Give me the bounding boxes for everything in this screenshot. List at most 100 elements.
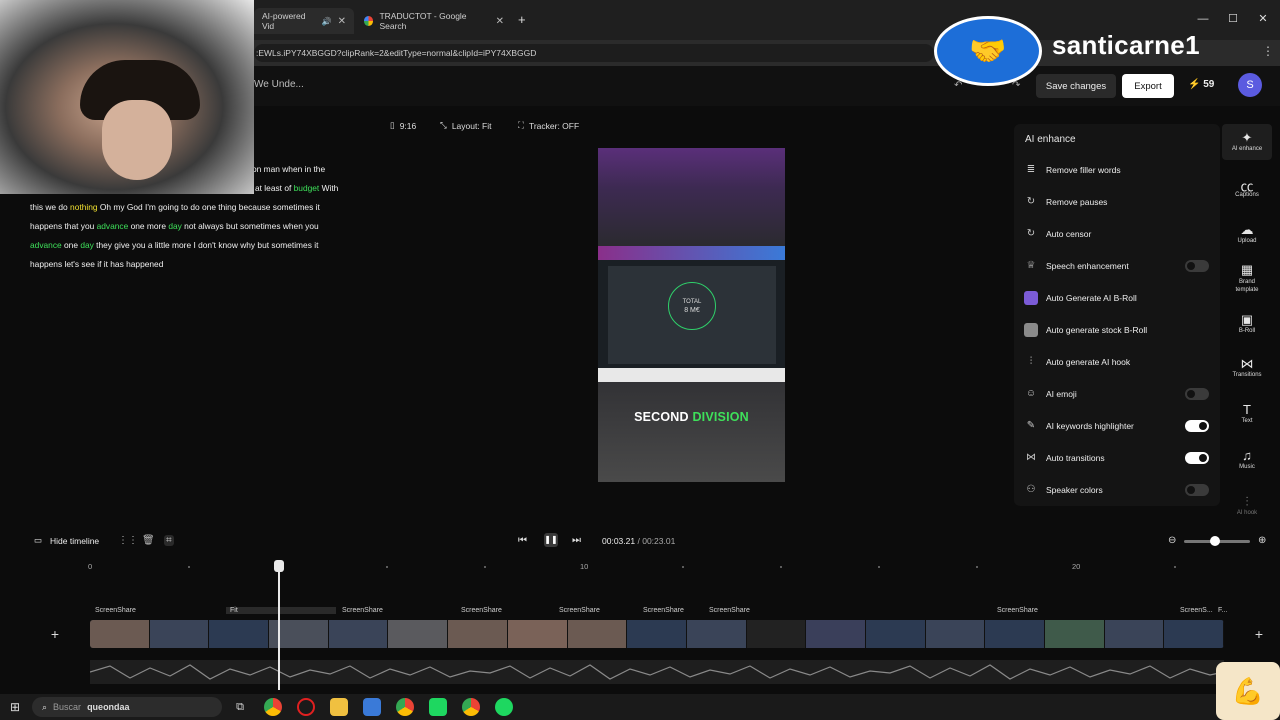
- rail-music[interactable]: ♫ Music: [1224, 448, 1270, 470]
- transcript-text: on man when in the: [252, 164, 326, 174]
- timecode: 00:03.21 / 00:23.01: [602, 536, 675, 546]
- fit-timeline-icon[interactable]: ⌗: [164, 535, 174, 546]
- remove-pauses-item[interactable]: ↻ Remove pauses: [1024, 192, 1214, 212]
- taskbar-search[interactable]: ⌕ Buscar queondaa: [32, 697, 222, 717]
- save-changes-button[interactable]: Save changes: [1036, 74, 1116, 98]
- panel-title: AI enhance: [1025, 134, 1076, 145]
- add-track-right-button[interactable]: +: [1246, 621, 1272, 647]
- rail-transitions[interactable]: ⋈ Transitions: [1224, 356, 1270, 378]
- opera-icon[interactable]: [297, 698, 315, 716]
- transcript-text: happens that you: [30, 220, 97, 231]
- close-tab-icon[interactable]: ✕: [496, 16, 504, 27]
- rail-label: B-Roll: [1238, 328, 1256, 334]
- export-button[interactable]: Export: [1122, 74, 1174, 98]
- speaker-icon: 🔊: [321, 16, 332, 26]
- clip-thumbnail: [925, 620, 986, 648]
- clip-label: ScreenShare: [997, 607, 1038, 614]
- file-explorer-icon[interactable]: [330, 698, 348, 716]
- auto-generate-ai-hook-item[interactable]: ⫶ Auto generate AI hook: [1024, 352, 1214, 372]
- video-preview[interactable]: TOTAL 8 M€ SECOND DIVISION: [598, 148, 785, 482]
- playhead-handle[interactable]: [274, 560, 284, 572]
- hide-timeline-button[interactable]: ▭ Hide timeline: [34, 535, 99, 546]
- zoom-out-icon[interactable]: ⊖: [1168, 535, 1176, 546]
- ruler-label: 10: [580, 562, 589, 571]
- speakers-icon: ⚇: [1026, 484, 1036, 495]
- transcript-text: not always but sometimes when you: [181, 220, 319, 231]
- zoom-slider-handle[interactable]: [1210, 536, 1220, 546]
- clip-thumbnail: [1104, 620, 1165, 648]
- tab-ai-powered-video[interactable]: AI-powered Vid 🔊 ✕: [254, 8, 354, 34]
- google-icon: [364, 16, 374, 26]
- url-field[interactable]: :EWLs.iPY74XBGGD?clipRank=2&editType=nor…: [254, 44, 934, 62]
- add-track-button[interactable]: +: [42, 621, 68, 647]
- close-tab-icon[interactable]: ✕: [338, 16, 346, 27]
- tab-traductot[interactable]: TRADUCTOT - Google Search ✕: [356, 8, 512, 34]
- transcript-text: this we do: [30, 201, 71, 212]
- waveform-icon: ⫶: [1029, 356, 1033, 367]
- auto-transitions-toggle[interactable]: [1185, 452, 1209, 464]
- item-label: Auto censor: [1046, 229, 1092, 239]
- rail-captions[interactable]: ㏄ Captions: [1224, 176, 1270, 198]
- auto-censor-item[interactable]: ↻ Auto censor: [1024, 224, 1214, 244]
- minimize-icon[interactable]: —: [1196, 12, 1210, 26]
- captions-icon: ㏄: [1240, 179, 1254, 194]
- ruler-tick: [780, 566, 782, 568]
- avatar-sticker: 💪: [1216, 662, 1280, 720]
- caption-word: SECOND: [634, 410, 689, 424]
- task-view-icon[interactable]: ⧉: [231, 698, 249, 716]
- layout-button[interactable]: ⤡ Layout: Fit: [440, 120, 492, 131]
- rail-broll[interactable]: ▣ B-Roll: [1224, 312, 1270, 334]
- chrome-active-icon[interactable]: [462, 698, 480, 716]
- rail-text[interactable]: T Text: [1224, 402, 1270, 424]
- delete-icon[interactable]: 🗑: [142, 535, 155, 546]
- skip-back-icon[interactable]: ⏮: [518, 535, 527, 546]
- skip-forward-icon[interactable]: ⏭: [572, 535, 581, 546]
- clip-label: ScreenShare: [461, 607, 502, 614]
- playhead[interactable]: [278, 560, 280, 690]
- transcript-text: happens let's see if it has happened: [30, 258, 164, 269]
- tracker-button[interactable]: ⛶ Tracker: OFF: [518, 120, 579, 131]
- ai-broll-icon: [1024, 291, 1038, 305]
- credits-counter[interactable]: ⚡ 59: [1188, 79, 1214, 90]
- trophy-icon: ♕: [1026, 260, 1036, 271]
- speaker-colors-toggle[interactable]: [1185, 484, 1209, 496]
- video-clip-track[interactable]: [90, 620, 1224, 648]
- project-title[interactable]: We Unde...: [254, 79, 304, 90]
- clip-label: Fit: [226, 607, 336, 614]
- ai-keywords-highlighter-toggle[interactable]: [1185, 420, 1209, 432]
- windows-start-icon[interactable]: ⊞: [10, 700, 20, 714]
- avatar[interactable]: S: [1238, 73, 1262, 97]
- maximize-icon[interactable]: ☐: [1226, 12, 1240, 26]
- rail-ai-hook[interactable]: ⫶ AI hook: [1224, 494, 1270, 516]
- item-label: AI keywords highlighter: [1046, 421, 1134, 431]
- close-window-icon[interactable]: ✕: [1256, 12, 1270, 26]
- auto-generate-stock-broll-item[interactable]: Auto generate stock B-Roll: [1024, 320, 1214, 340]
- spotify-icon[interactable]: [495, 698, 513, 716]
- highlighter-icon: ✎: [1026, 420, 1036, 431]
- menu-kebab-icon[interactable]: ⋮: [1262, 44, 1274, 58]
- app-icon[interactable]: [429, 698, 447, 716]
- auto-generate-ai-broll-item[interactable]: Auto Generate AI B-Roll: [1024, 288, 1214, 308]
- webcam-overlay: [0, 0, 254, 194]
- ai-emoji-toggle[interactable]: [1185, 388, 1209, 400]
- split-icon[interactable]: ⋮⋮: [118, 535, 138, 546]
- audio-waveform-track[interactable]: [89, 660, 1225, 684]
- remove-filler-words-item[interactable]: ≣ Remove filler words: [1024, 160, 1214, 180]
- ruler-tick: [976, 566, 978, 568]
- speech-enhancement-toggle[interactable]: [1185, 260, 1209, 272]
- rail-ai-enhance[interactable]: ✦ AI enhance: [1224, 130, 1270, 152]
- rail-upload[interactable]: ☁ Upload: [1224, 222, 1270, 244]
- rail-brand-template[interactable]: ▦ Brand template: [1224, 262, 1270, 294]
- zoom-in-icon[interactable]: ⊕: [1258, 535, 1266, 546]
- keyword-highlight: day: [80, 239, 94, 250]
- clip-label: ScreenShare: [342, 607, 383, 614]
- item-label: Speaker colors: [1046, 485, 1103, 495]
- app-icon[interactable]: [363, 698, 381, 716]
- transcript-text: they give you a little more I don't know…: [93, 239, 319, 250]
- pause-button[interactable]: ❚❚: [544, 533, 558, 547]
- new-tab-icon[interactable]: +: [518, 12, 526, 27]
- chrome-icon[interactable]: [396, 698, 414, 716]
- keyword-highlight: advance: [96, 220, 129, 231]
- chrome-icon[interactable]: [264, 698, 282, 716]
- aspect-ratio-button[interactable]: ▯ 9:16: [390, 120, 416, 131]
